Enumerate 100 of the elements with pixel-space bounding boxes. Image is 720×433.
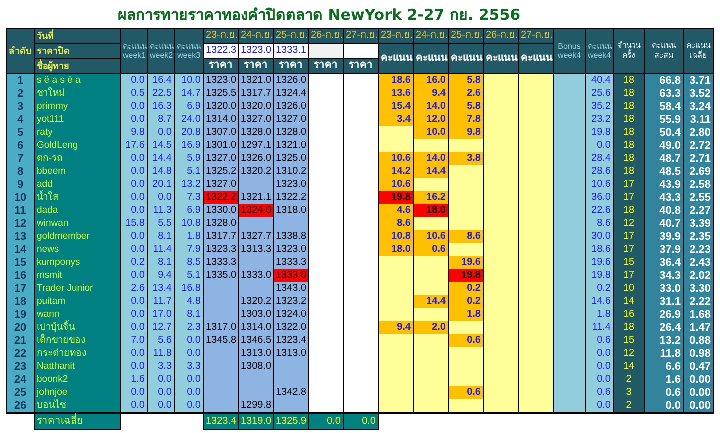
table-cell: 0.0 bbox=[148, 399, 174, 413]
table-cell: 0.6 bbox=[586, 334, 614, 347]
rank-number: 6 bbox=[6, 139, 34, 152]
column-header: คะแนน bbox=[518, 44, 554, 74]
table-cell: 3.30 bbox=[684, 282, 714, 295]
table-cell: 5.6 bbox=[148, 334, 174, 347]
score-cell: 14.4 bbox=[414, 295, 448, 308]
table-cell: 40.7 bbox=[644, 217, 684, 230]
score-cell: 0.6 bbox=[448, 386, 484, 399]
price-cell: 1325.2 bbox=[204, 165, 238, 178]
table-cell: 0.0 bbox=[586, 347, 614, 360]
price-cell: 1307.0 bbox=[204, 126, 238, 139]
table-cell: 8.1 bbox=[148, 230, 174, 243]
table-cell: 18 bbox=[614, 126, 644, 139]
rank-number: 12 bbox=[6, 217, 34, 230]
table-cell: 19.8 bbox=[586, 269, 614, 282]
table-cell: 18 bbox=[614, 204, 644, 217]
score-cell: 13.6 bbox=[378, 87, 414, 100]
table-cell: 0.0 bbox=[120, 152, 148, 165]
score-cell: 0.2 bbox=[448, 295, 484, 308]
table-cell: 31.1 bbox=[644, 295, 684, 308]
table-cell: 26.4 bbox=[644, 321, 684, 334]
column-header: จำนวนครั้ง bbox=[614, 28, 644, 74]
player-name: yot111 bbox=[34, 113, 120, 126]
price-cell: 1320.2 bbox=[238, 295, 274, 308]
table-cell: 13.4 bbox=[148, 282, 174, 295]
table-cell: 0.88 bbox=[684, 334, 714, 347]
table-cell: 13.2 bbox=[644, 334, 684, 347]
price-cell: 1327.0 bbox=[238, 113, 274, 126]
table-cell: 0.0 bbox=[120, 165, 148, 178]
table-cell: 6.6 bbox=[644, 360, 684, 373]
table-cell: 7.0 bbox=[120, 334, 148, 347]
score-cell: 10.0 bbox=[414, 126, 448, 139]
date-header: 26-ก.ย. bbox=[308, 28, 344, 44]
table-cell: 2 bbox=[614, 373, 644, 386]
price-cell: 1325.5 bbox=[204, 87, 238, 100]
table-cell: 0.0 bbox=[586, 360, 614, 373]
score-cell: 2.0 bbox=[414, 321, 448, 334]
player-name: boonk2 bbox=[34, 373, 120, 386]
table-cell: 34.3 bbox=[644, 269, 684, 282]
table-cell: 35.2 bbox=[586, 100, 614, 113]
score-cell: 5.8 bbox=[448, 74, 484, 87]
date-header: 27-ก.ย. bbox=[518, 28, 554, 44]
price-cell: 1323.4 bbox=[274, 334, 308, 347]
table-cell: 17 bbox=[614, 269, 644, 282]
table-cell: 1.6 bbox=[644, 373, 684, 386]
table-cell: 22.6 bbox=[586, 204, 614, 217]
table-cell: 63.3 bbox=[644, 87, 684, 100]
table-cell: 12 bbox=[614, 347, 644, 360]
column-header: คะแนนเฉลี่ย bbox=[684, 28, 714, 74]
price-cell: 1326.0 bbox=[238, 152, 274, 165]
date-header: 24-ก.ย. bbox=[238, 28, 274, 44]
player-name: raty bbox=[34, 126, 120, 139]
table-cell: 0.0 bbox=[174, 334, 204, 347]
rank-number: 10 bbox=[6, 191, 34, 204]
rank-number: 4 bbox=[6, 113, 34, 126]
table-cell: 3.24 bbox=[684, 100, 714, 113]
table-cell: 49.0 bbox=[644, 139, 684, 152]
table-cell: 24.0 bbox=[174, 113, 204, 126]
player-name: บอนไซ bbox=[34, 399, 120, 413]
rank-number: 20 bbox=[6, 321, 34, 334]
table-cell: 3.11 bbox=[684, 113, 714, 126]
rank-number: 18 bbox=[6, 295, 34, 308]
rank-number: 5 bbox=[6, 126, 34, 139]
score-cell: 7.8 bbox=[448, 113, 484, 126]
table-cell: 39.9 bbox=[644, 230, 684, 243]
score-cell: 14.0 bbox=[414, 100, 448, 113]
price-cell: 1327.0 bbox=[204, 152, 238, 165]
close-price: 1333.1 bbox=[274, 44, 308, 58]
price-cell: 1326.0 bbox=[274, 100, 308, 113]
price-cell: 1343.0 bbox=[274, 282, 308, 295]
table-cell: 0.6 bbox=[644, 386, 684, 399]
player-name: johnjoe bbox=[34, 386, 120, 399]
row-label: ราคาเฉลี่ย bbox=[34, 413, 120, 430]
table-cell: 0.0 bbox=[174, 386, 204, 399]
table-cell: 66.8 bbox=[644, 74, 684, 87]
price-cell: 1317.7 bbox=[238, 87, 274, 100]
score-cell: 18.6 bbox=[378, 74, 414, 87]
table-cell: 7.3 bbox=[174, 191, 204, 204]
rank-number: 3 bbox=[6, 100, 34, 113]
table-cell: 1.8 bbox=[586, 308, 614, 321]
price-cell: 1318.0 bbox=[274, 204, 308, 217]
rank-number: 16 bbox=[6, 269, 34, 282]
table-cell: 16.3 bbox=[148, 100, 174, 113]
table-cell: 0.0 bbox=[120, 399, 148, 413]
table-cell: 5.1 bbox=[174, 269, 204, 282]
player-name: GoldLeng bbox=[34, 139, 120, 152]
price-cell: 1324.4 bbox=[274, 87, 308, 100]
price-cell: 1327.0 bbox=[274, 113, 308, 126]
price-cell: 1321.0 bbox=[238, 74, 274, 87]
score-cell: 0.6 bbox=[414, 243, 448, 256]
player-name: กระต่ายทอง bbox=[34, 347, 120, 360]
column-header: Bonus week4 bbox=[554, 28, 586, 74]
price-cell: 1321.0 bbox=[274, 139, 308, 152]
table-cell: 0.0 bbox=[120, 269, 148, 282]
table-cell: 0.2 bbox=[586, 282, 614, 295]
player-name: goldmember bbox=[34, 230, 120, 243]
table-cell: 8.6 bbox=[586, 217, 614, 230]
price-cell: 1333.0 bbox=[238, 269, 274, 282]
table-cell: 0.0 bbox=[148, 126, 174, 139]
